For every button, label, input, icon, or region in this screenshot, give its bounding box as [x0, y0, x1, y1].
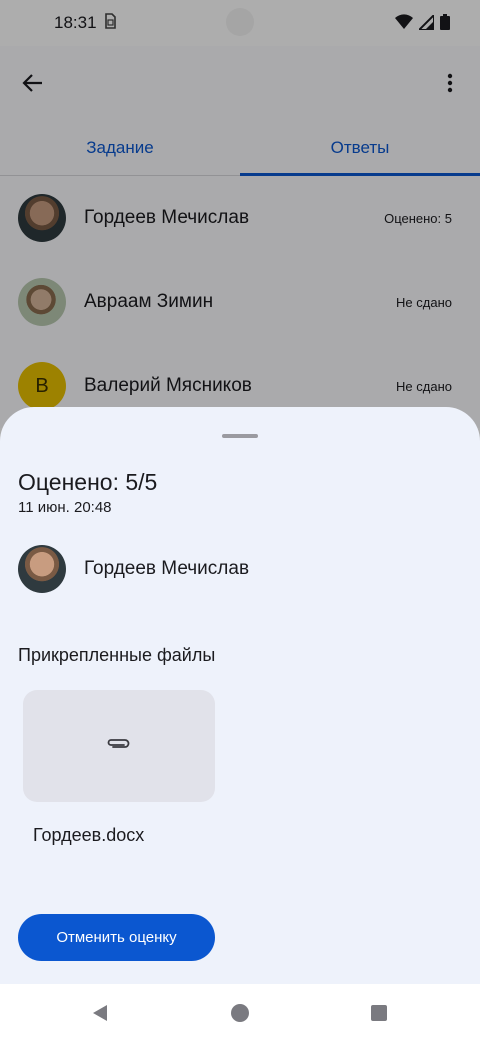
student-row: Гордеев Мечислав — [18, 545, 249, 593]
cancel-grade-button[interactable]: Отменить оценку — [18, 914, 215, 961]
nav-home-icon[interactable] — [229, 1002, 251, 1024]
attached-files-heading: Прикрепленные файлы — [18, 645, 216, 665]
nav-recents-icon[interactable] — [368, 1002, 390, 1024]
grade-title: Оценено: 5/5 — [18, 469, 158, 495]
file-card[interactable] — [23, 690, 215, 802]
bottom-sheet: Оценено: 5/5 11 июн. 20:48 Гордеев Мечис… — [0, 407, 480, 984]
grade-date: 11 июн. 20:48 — [18, 499, 112, 516]
nav-back-icon[interactable] — [89, 1002, 111, 1024]
avatar — [18, 545, 66, 593]
file-name: Гордеев.docx — [33, 825, 145, 845]
paperclip-icon — [106, 737, 132, 756]
navigation-bar — [0, 984, 480, 1040]
student-name: Гордеев Мечислав — [84, 558, 250, 579]
drag-handle[interactable] — [222, 434, 258, 438]
